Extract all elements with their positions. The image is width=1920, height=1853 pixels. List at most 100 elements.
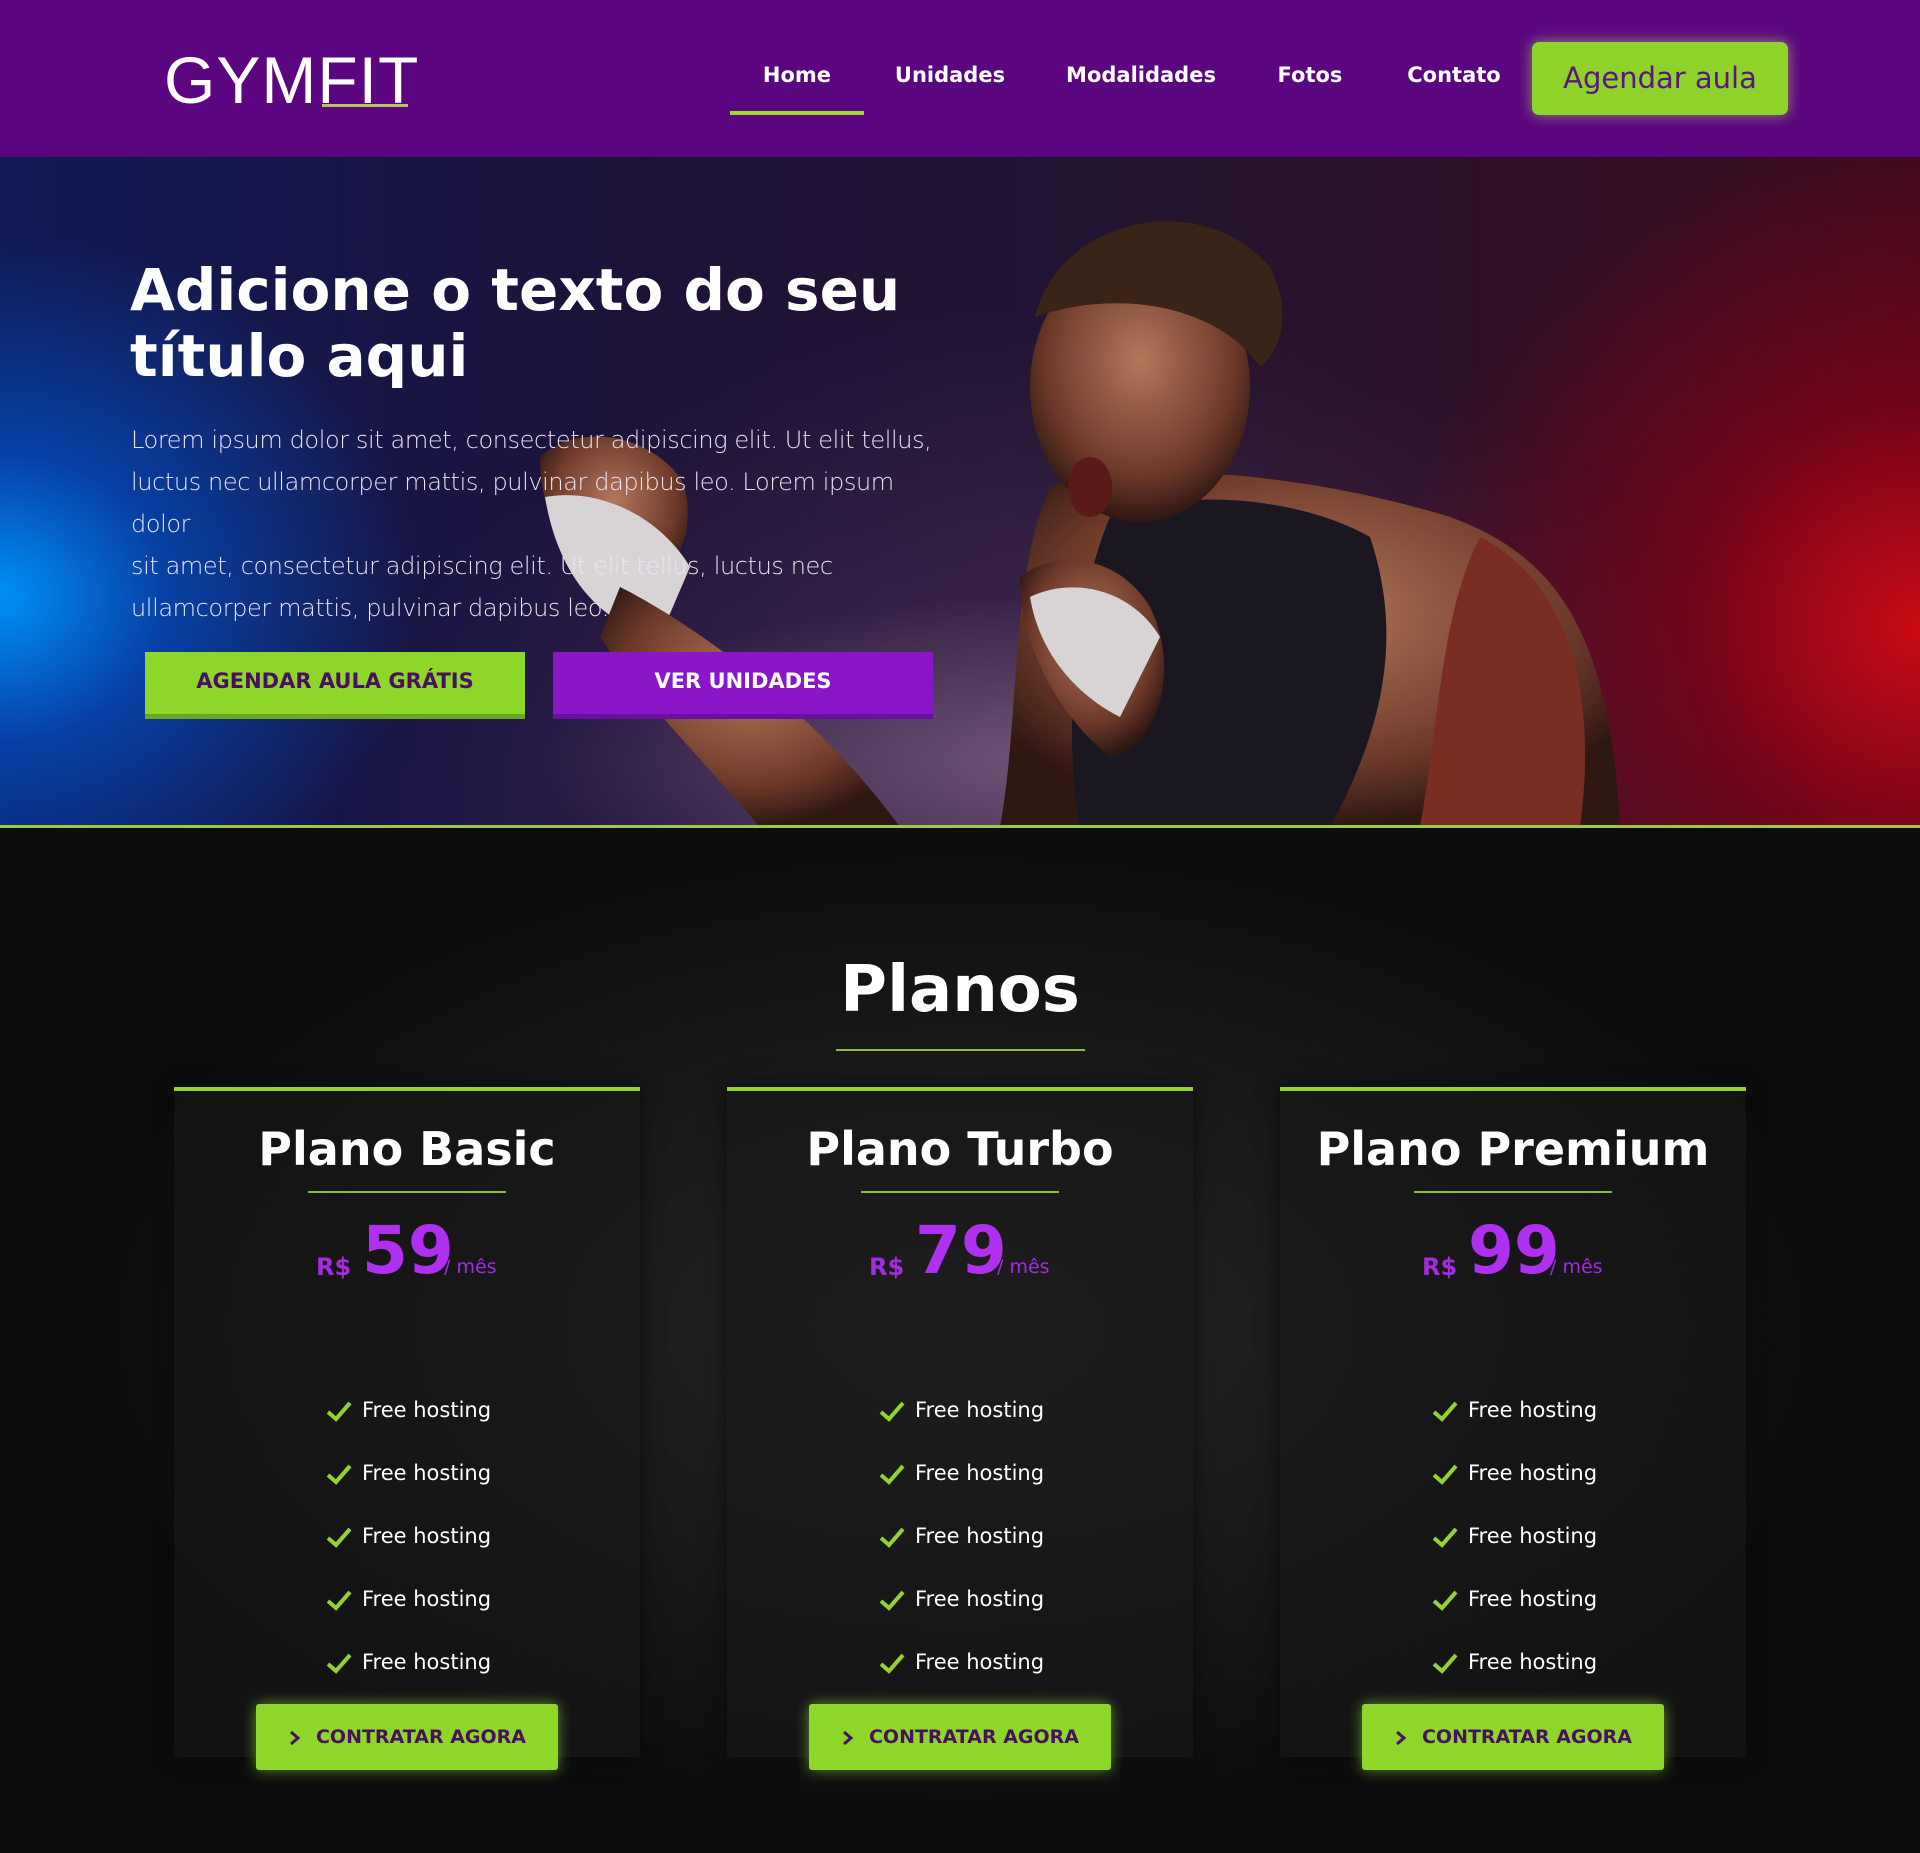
price-currency: R$ [316,1253,352,1281]
check-icon [326,1590,352,1611]
plan-feature-label: Free hosting [915,1524,1045,1548]
plan-feature-label: Free hosting [915,1650,1045,1674]
logo[interactable]: GYMFIT [164,40,419,120]
view-units-button[interactable]: VER UNIDADES [553,652,933,719]
plan-feature-label: Free hosting [362,1587,492,1611]
plan-feature: Free hosting [326,1453,491,1493]
hero-description-line: ullamcorper mattis, pulvinar dapibus leo… [131,594,609,622]
plan-feature: Free hosting [1432,1642,1597,1682]
plan-feature-label: Free hosting [362,1398,492,1422]
plan-feature-label: Free hosting [1468,1398,1598,1422]
plan-feature-label: Free hosting [915,1587,1045,1611]
nav-item-fotos[interactable]: Fotos [1262,50,1358,100]
plans-title: Planos [840,953,1080,1027]
plan-feature: Free hosting [326,1579,491,1619]
check-icon [326,1464,352,1485]
price-period: / mês [444,1256,497,1278]
chevron-right-icon [1395,1730,1407,1745]
plan-card-accent-bar [174,1087,640,1091]
price-period: / mês [997,1256,1050,1278]
check-icon [879,1653,905,1674]
plan-name: Plano Basic [258,1122,556,1176]
plan-feature-label: Free hosting [1468,1461,1598,1485]
plan-feature-label: Free hosting [362,1650,492,1674]
plan-feature: Free hosting [326,1390,491,1430]
plans-title-underline [836,1049,1085,1051]
price-amount: 59 [362,1212,454,1289]
price-currency: R$ [1422,1253,1458,1281]
chevron-right-icon [842,1730,854,1745]
price-period: / mês [1550,1256,1603,1278]
plan-name: Plano Premium [1316,1122,1710,1176]
plan-feature-label: Free hosting [362,1524,492,1548]
plan-feature: Free hosting [1432,1516,1597,1556]
check-icon [1432,1527,1458,1548]
plan-feature-label: Free hosting [915,1461,1045,1485]
plan-feature-label: Free hosting [1468,1650,1598,1674]
plan-name-underline [1414,1191,1612,1193]
plan-feature: Free hosting [879,1453,1044,1493]
check-icon [879,1401,905,1422]
schedule-class-button[interactable]: Agendar aula [1532,42,1788,115]
free-class-button[interactable]: AGENDAR AULA GRÁTIS [145,652,525,719]
hero-title-line-2: título aqui [130,322,469,390]
check-icon [879,1527,905,1548]
chevron-right-icon [289,1730,301,1745]
check-icon [1432,1401,1458,1422]
plan-feature: Free hosting [326,1642,491,1682]
hero-description-line: sit amet, consectetur adipiscing elit. U… [131,552,833,580]
nav-item-modalidades[interactable]: Modalidades [1060,50,1222,100]
plan-card-accent-bar [1280,1087,1746,1091]
check-icon [326,1653,352,1674]
check-icon [879,1464,905,1485]
plan-feature: Free hosting [879,1390,1044,1430]
check-icon [1432,1590,1458,1611]
plan-feature: Free hosting [1432,1453,1597,1493]
subscribe-button[interactable]: CONTRATAR AGORA [809,1704,1111,1770]
hero-title: Adicione o texto do seu título aqui [130,257,930,389]
price-amount: 79 [915,1212,1007,1289]
plans-section: Planos Plano Basic R$ 59 / mês Free host… [0,828,1920,1853]
nav-item-contato[interactable]: Contato [1398,50,1510,100]
plan-name: Plano Turbo [806,1122,1114,1176]
subscribe-button-label: CONTRATAR AGORA [868,1726,1080,1748]
subscribe-button-label: CONTRATAR AGORA [1421,1726,1633,1748]
price-amount: 99 [1468,1212,1560,1289]
plan-feature: Free hosting [879,1579,1044,1619]
check-icon [879,1590,905,1611]
plan-feature-label: Free hosting [1468,1524,1598,1548]
nav-active-indicator [730,111,864,115]
plan-card-premium: Plano Premium R$ 99 / mês Free hosting F… [1280,1087,1746,1770]
plan-name-underline [861,1191,1059,1193]
hero-description-line: luctus nec ullamcorper mattis, pulvinar … [131,468,894,538]
logo-underline [322,104,408,107]
subscribe-button[interactable]: CONTRATAR AGORA [1362,1704,1664,1770]
price-currency: R$ [869,1253,905,1281]
check-icon [1432,1653,1458,1674]
subscribe-button-label: CONTRATAR AGORA [315,1726,527,1748]
plan-feature-label: Free hosting [1468,1587,1598,1611]
plan-price: R$ 79 / mês [727,1209,1193,1289]
plan-feature: Free hosting [1432,1390,1597,1430]
check-icon [1432,1464,1458,1485]
hero-title-line-1: Adicione o texto do seu [130,256,901,324]
plan-price: R$ 59 / mês [174,1209,640,1289]
plan-feature: Free hosting [879,1642,1044,1682]
check-icon [326,1401,352,1422]
plan-card-turbo: Plano Turbo R$ 79 / mês Free hosting Fre… [727,1087,1193,1770]
plan-feature: Free hosting [1432,1579,1597,1619]
plan-feature: Free hosting [326,1516,491,1556]
plan-feature-label: Free hosting [362,1461,492,1485]
plan-price: R$ 99 / mês [1280,1209,1746,1289]
plan-card-accent-bar [727,1087,1193,1091]
site-header: GYMFIT Home Unidades Modalidades Fotos C… [0,0,1920,157]
subscribe-button[interactable]: CONTRATAR AGORA [256,1704,558,1770]
plan-name-underline [308,1191,506,1193]
plan-feature: Free hosting [879,1516,1044,1556]
nav-item-unidades[interactable]: Unidades [886,50,1014,100]
plan-feature-label: Free hosting [915,1398,1045,1422]
plan-card-basic: Plano Basic R$ 59 / mês Free hosting Fre… [174,1087,640,1770]
hero-description: Lorem ipsum dolor sit amet, consectetur … [131,419,951,629]
nav-item-home[interactable]: Home [730,50,864,100]
hero-description-line: Lorem ipsum dolor sit amet, consectetur … [131,426,932,454]
